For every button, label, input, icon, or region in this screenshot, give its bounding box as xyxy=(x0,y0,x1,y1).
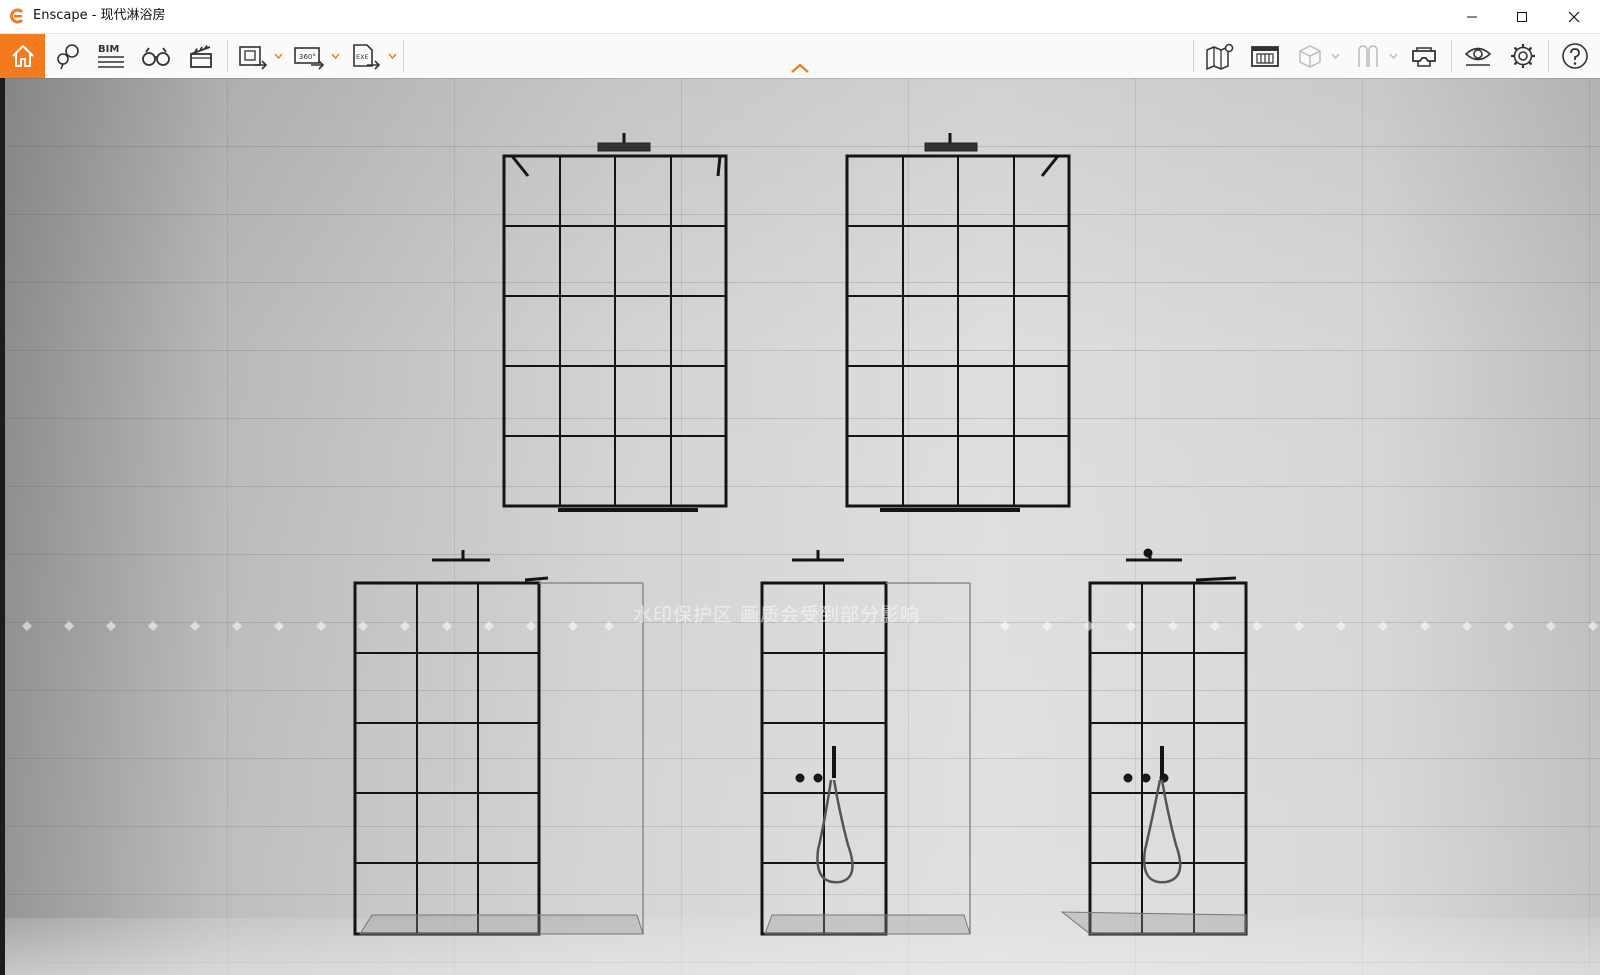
asset-library-icon xyxy=(1251,46,1279,67)
panorama-export-button[interactable]: 360° xyxy=(291,34,327,78)
cube-view-icon xyxy=(1299,45,1321,68)
svg-text:EXE: EXE xyxy=(356,53,369,61)
exe-export-button[interactable]: EXE xyxy=(348,34,384,78)
render-viewport[interactable]: 水印保护区 画质会受到部分影响 xyxy=(0,78,1600,975)
maximize-button[interactable] xyxy=(1498,0,1546,33)
maximize-icon xyxy=(1517,11,1527,22)
gear-icon xyxy=(1511,44,1535,68)
views-button[interactable] xyxy=(52,34,84,78)
chevron-down-icon[interactable] xyxy=(388,52,397,60)
watermark-notice: 水印保护区 画质会受到部分影响 xyxy=(633,604,921,626)
sections-icon xyxy=(1358,45,1378,67)
visual-settings-button[interactable] xyxy=(1460,34,1496,78)
video-editor-button[interactable] xyxy=(184,34,218,78)
visual-settings-icon xyxy=(1464,47,1492,66)
sections-button[interactable] xyxy=(1350,34,1386,78)
chevron-down-icon[interactable] xyxy=(1331,52,1340,60)
close-icon xyxy=(1568,11,1580,22)
scene-illustration xyxy=(22,133,1598,936)
bim-icon: BIM xyxy=(98,44,124,68)
svg-text:360°: 360° xyxy=(299,53,316,61)
chevron-down-icon[interactable] xyxy=(331,52,340,60)
settings-button[interactable] xyxy=(1505,34,1541,78)
toolbar-separator xyxy=(1548,40,1549,72)
toolbar-separator xyxy=(227,40,228,72)
vr-headset-icon xyxy=(1412,47,1436,67)
exe-export-icon: EXE xyxy=(353,44,381,70)
chevron-down-icon[interactable] xyxy=(274,52,283,60)
asset-library-button[interactable] xyxy=(1247,34,1283,78)
binoculars-button[interactable] xyxy=(139,34,173,78)
shower-panel-upper-right xyxy=(845,133,1071,512)
chevron-down-icon[interactable] xyxy=(1389,52,1398,60)
help-button[interactable] xyxy=(1555,34,1595,78)
help-icon xyxy=(1562,43,1588,69)
minimize-icon xyxy=(1467,16,1477,17)
shower-enclosure-lower-right xyxy=(1060,548,1248,936)
toolbar-separator xyxy=(403,40,404,72)
enscape-logo-icon xyxy=(10,8,24,24)
shower-enclosure-lower-left xyxy=(353,550,644,936)
collapse-toolbar-chevron-up-icon[interactable] xyxy=(789,61,811,75)
bim-button[interactable]: BIM xyxy=(94,34,128,78)
panorama-360-export-icon: 360° xyxy=(294,47,325,70)
screenshot-export-button[interactable] xyxy=(235,34,271,78)
home-button[interactable] xyxy=(0,34,45,78)
map-icon xyxy=(1206,43,1234,71)
binoculars-icon xyxy=(142,47,170,66)
cube-view-button[interactable] xyxy=(1292,34,1328,78)
close-button[interactable] xyxy=(1550,0,1598,33)
title-bar: Enscape - 现代淋浴房 xyxy=(0,0,1600,34)
clapperboard-icon xyxy=(190,45,212,68)
vr-headset-button[interactable] xyxy=(1406,34,1442,78)
home-icon xyxy=(11,45,34,67)
svg-text:BIM: BIM xyxy=(98,44,119,55)
window-title: Enscape - 现代淋浴房 xyxy=(33,8,166,23)
minimize-button[interactable] xyxy=(1448,0,1496,33)
map-button[interactable] xyxy=(1202,34,1238,78)
toolbar-separator xyxy=(1193,40,1194,72)
screenshot-export-icon xyxy=(239,46,268,70)
toolbar-separator xyxy=(1451,40,1452,72)
shower-panel-upper-left xyxy=(502,133,728,512)
views-pin-icon xyxy=(57,44,79,70)
